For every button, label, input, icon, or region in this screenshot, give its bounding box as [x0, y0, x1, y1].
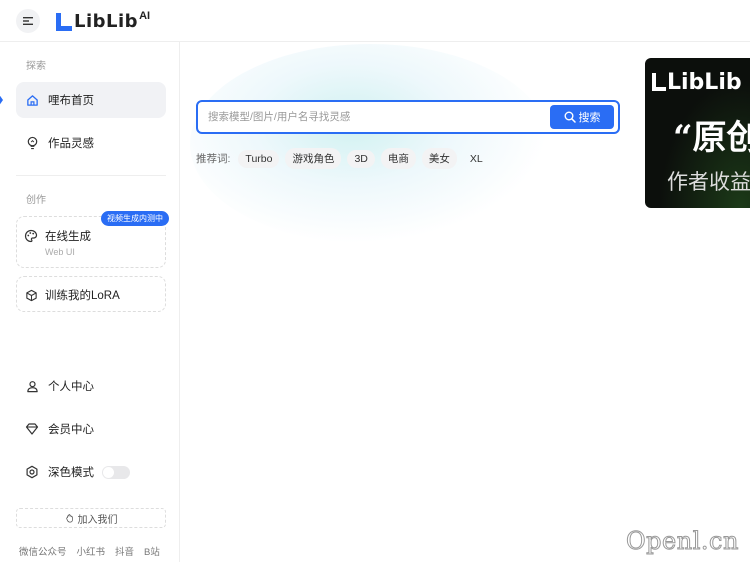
join-us-label: 加入我们 — [77, 514, 118, 526]
sidebar-item-home[interactable]: 哩布首页 — [16, 82, 166, 118]
settings-icon — [24, 464, 40, 480]
palette-icon — [23, 228, 39, 244]
site-watermark: Openl.cn — [626, 527, 739, 556]
video-beta-badge: 视频生成内测中 — [101, 211, 169, 226]
footer-link-xiaohongshu[interactable]: 小红书 — [77, 544, 106, 558]
logo-text: LibLib — [74, 11, 139, 32]
search-button-label: 搜索 — [578, 112, 601, 124]
banner-logo-text: LibLib — [667, 70, 742, 95]
banner-headline: “原创 — [673, 118, 750, 158]
menu-button[interactable] — [16, 9, 40, 33]
train-lora-label: 训练我的LoRA — [45, 290, 120, 302]
sidebar-item-label: 作品灵感 — [48, 138, 94, 150]
search-icon — [564, 111, 576, 123]
diamond-icon — [24, 421, 40, 437]
join-us-button[interactable]: 加入我们 — [16, 508, 166, 528]
footer-links: 微信公众号 小红书 抖音 B站 — [19, 544, 160, 558]
tag-turbo[interactable]: Turbo — [238, 149, 280, 168]
online-generate-label: 在线生成 — [45, 231, 91, 243]
sidebar-item-membership[interactable]: 会员中心 — [16, 411, 166, 447]
sidebar: 探索 哩布首页 作品灵感 创作 在线生成 Web UI 视频生成内测中 训练我的… — [4, 42, 180, 562]
recommended-tags: 推荐词: Turbo 游戏角色 3D 电商 美女 XL — [196, 148, 496, 169]
hand-icon — [65, 514, 73, 523]
user-icon — [24, 378, 40, 394]
train-lora-card[interactable]: 训练我的LoRA — [16, 276, 166, 312]
web-ui-sublabel: Web UI — [45, 247, 75, 257]
sidebar-item-label: 会员中心 — [48, 424, 94, 436]
search-bar: 搜索 — [196, 100, 620, 134]
sidebar-divider — [16, 175, 166, 176]
search-button[interactable]: 搜索 — [550, 105, 614, 129]
banner-logo: LibLib — [667, 70, 742, 95]
sidebar-item-dark-mode: 深色模式 — [16, 454, 166, 490]
sidebar-item-inspiration[interactable]: 作品灵感 — [16, 125, 166, 161]
sidebar-item-label: 哩布首页 — [48, 95, 94, 107]
home-icon — [24, 92, 40, 108]
dark-mode-toggle[interactable] — [102, 465, 130, 479]
tag-game-character[interactable]: 游戏角色 — [285, 148, 342, 169]
top-header: LibLib AI — [0, 0, 750, 42]
section-label-create: 创作 — [26, 195, 46, 206]
logo-suffix: AI — [139, 10, 151, 22]
tag-3d[interactable]: 3D — [347, 149, 375, 168]
footer-link-wechat[interactable]: 微信公众号 — [19, 544, 67, 558]
cube-icon — [23, 287, 39, 303]
footer-link-bilibili[interactable]: B站 — [144, 544, 160, 558]
sidebar-item-label: 个人中心 — [48, 381, 94, 393]
section-label-explore: 探索 — [26, 61, 46, 72]
menu-icon — [23, 17, 33, 25]
promo-banner[interactable]: LibLib “原创 作者收益 — [645, 58, 750, 208]
sidebar-item-profile[interactable]: 个人中心 — [16, 368, 166, 404]
liblib-logo[interactable]: LibLib AI — [54, 10, 150, 32]
lightbulb-icon — [24, 135, 40, 151]
banner-logo-mark — [652, 73, 666, 91]
tag-ecommerce[interactable]: 电商 — [380, 148, 416, 169]
tag-xl[interactable]: XL — [463, 150, 490, 168]
footer-link-douyin[interactable]: 抖音 — [115, 544, 134, 558]
dark-mode-label: 深色模式 — [48, 467, 94, 479]
tag-beauty[interactable]: 美女 — [421, 148, 457, 169]
recommend-label: 推荐词: — [196, 153, 231, 165]
banner-subtitle: 作者收益 — [667, 171, 750, 194]
search-input[interactable] — [208, 111, 550, 123]
logo-mark — [56, 13, 72, 31]
hero-glow — [190, 44, 550, 244]
active-nav-marker — [0, 90, 3, 110]
